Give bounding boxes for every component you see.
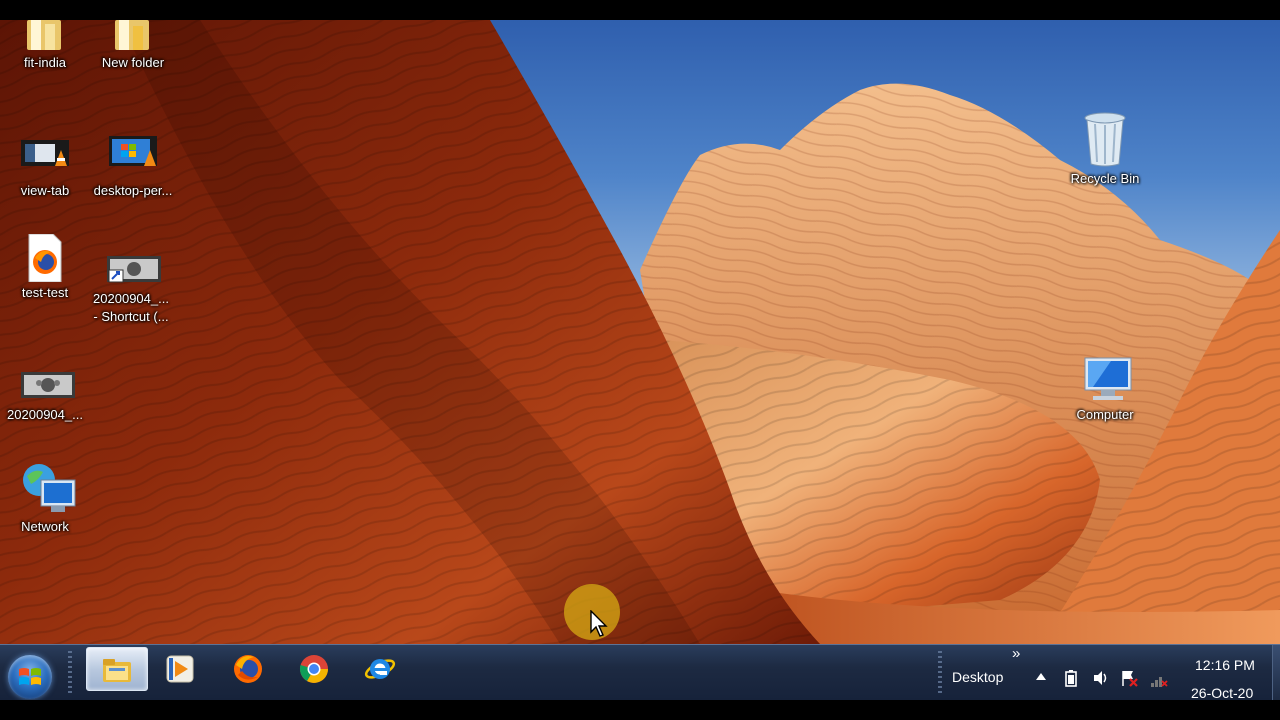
show-hidden-icon[interactable] — [1034, 671, 1048, 683]
desktop-icon-label: 20200904_... - Shortcut (... — [93, 291, 169, 324]
taskbar-grip[interactable] — [68, 651, 72, 695]
show-desktop-button[interactable] — [1272, 645, 1280, 701]
clock-date[interactable]: 26-Oct-20 — [1191, 685, 1253, 701]
mouse-cursor-icon — [590, 610, 608, 637]
taskbar-internet-explorer-button[interactable] — [350, 647, 410, 689]
chrome-icon — [299, 655, 328, 683]
firefox-icon — [234, 655, 262, 683]
firefox-document-icon — [21, 233, 69, 283]
computer-icon — [1081, 356, 1132, 404]
desktop-icon-test-test[interactable]: test-test — [0, 233, 90, 302]
desktop-icon-desktop-per[interactable]: desktop-per... — [88, 132, 178, 200]
taskbar-file-explorer-button[interactable] — [86, 647, 148, 691]
desktop-icon-fit-india[interactable]: fit-india — [0, 20, 90, 72]
shortcut-icon — [107, 252, 161, 288]
video-file-icon — [21, 132, 69, 180]
volume-icon[interactable] — [1092, 669, 1110, 687]
letterbox-top — [0, 0, 1280, 20]
internet-explorer-icon — [364, 659, 396, 679]
taskbar-firefox-button[interactable] — [218, 647, 278, 689]
letterbox-bottom — [0, 700, 1280, 720]
folder-icon — [109, 20, 157, 52]
network-icon — [21, 462, 76, 516]
desktop-icon-new-folder[interactable]: New folder — [88, 20, 178, 72]
desktop-icon-label: Network — [21, 519, 69, 534]
desktop-icon-view-tab[interactable]: view-tab — [0, 132, 90, 200]
start-button[interactable] — [8, 655, 52, 699]
desktop-icon-label: fit-india — [24, 55, 66, 70]
desktop-icon-computer[interactable]: Computer — [1060, 356, 1150, 424]
windows-logo-icon — [19, 668, 41, 685]
power-icon[interactable] — [1062, 669, 1080, 687]
desktop-icon-label: 20200904_... — [7, 407, 83, 422]
desktop-icon-label: Recycle Bin — [1070, 171, 1140, 186]
clock-time[interactable]: 12:16 PM — [1195, 657, 1255, 673]
folder-icon — [21, 20, 69, 52]
desktop-icon-label: desktop-per... — [93, 183, 173, 198]
file-explorer-icon — [103, 659, 131, 682]
desktop-icon-label: view-tab — [20, 183, 70, 198]
video-file-icon — [109, 132, 157, 180]
desktop-icon-recycle-bin[interactable]: Recycle Bin — [1060, 110, 1150, 188]
desktop-icon-shortcut[interactable]: 20200904_... - Shortcut (... — [86, 252, 176, 326]
desktop-icon-label: test-test — [21, 285, 69, 300]
desktop-icon-label: New folder — [101, 55, 165, 70]
desktop-icon-20200904[interactable]: 20200904_... — [0, 370, 90, 424]
action-center-icon[interactable] — [1120, 669, 1138, 687]
taskbar-media-player-button[interactable] — [150, 647, 210, 689]
taskbar: » Desktop 12:16 PM 26-Oct-20 — [0, 644, 1280, 701]
media-player-icon — [166, 655, 194, 683]
taskbar-chrome-button[interactable] — [284, 647, 344, 689]
desktop-toolbar-label[interactable]: Desktop — [952, 669, 1003, 685]
desktop-icon-network[interactable]: Network — [0, 462, 90, 536]
toolbar-chevron[interactable]: » — [1012, 645, 1020, 662]
desktop-icon-label: Computer — [1076, 407, 1134, 422]
network-status-icon[interactable] — [1150, 671, 1168, 689]
recycle-bin-icon — [1081, 110, 1129, 168]
image-file-icon — [21, 370, 75, 404]
toolbar-grip[interactable] — [938, 651, 942, 695]
